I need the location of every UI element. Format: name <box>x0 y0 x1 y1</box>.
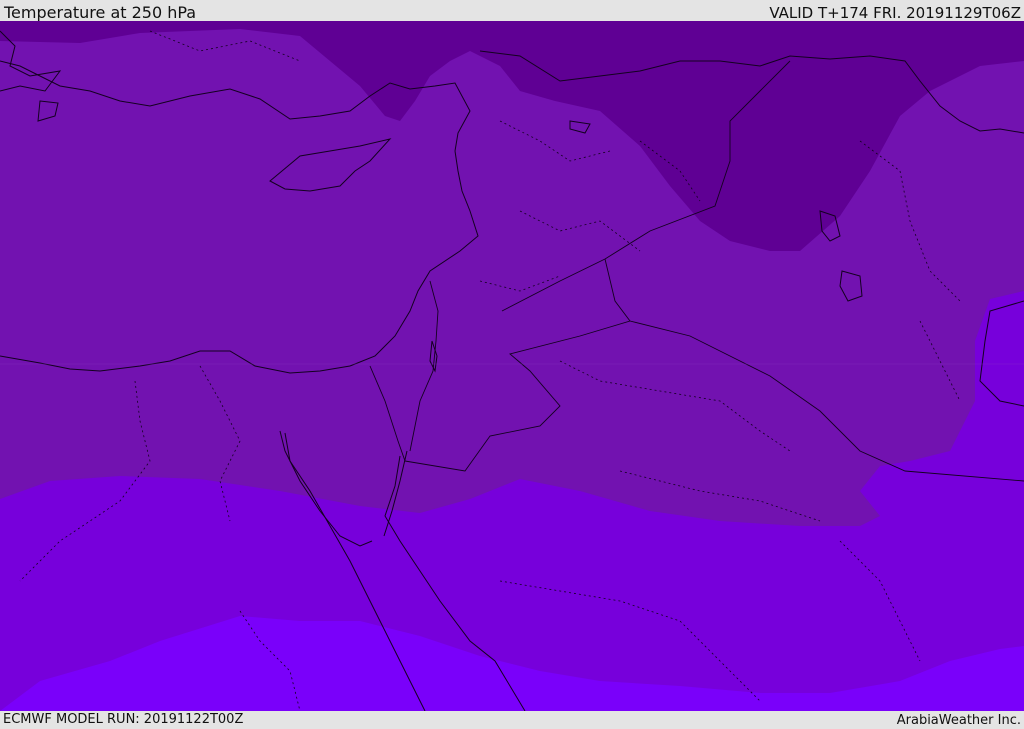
header-bar: Temperature at 250 hPa VALID T+174 FRI. … <box>0 0 1024 22</box>
temperature-field-svg <box>0 21 1024 711</box>
valid-time-label: VALID T+174 FRI. 20191129T06Z <box>769 4 1021 22</box>
weather-map[interactable] <box>0 21 1024 711</box>
model-run-label: ECMWF MODEL RUN: 20191122T00Z <box>3 712 244 727</box>
footer-bar: ECMWF MODEL RUN: 20191122T00Z ArabiaWeat… <box>0 711 1024 729</box>
credit-label: ArabiaWeather Inc. <box>896 713 1021 728</box>
map-title: Temperature at 250 hPa <box>4 3 197 22</box>
